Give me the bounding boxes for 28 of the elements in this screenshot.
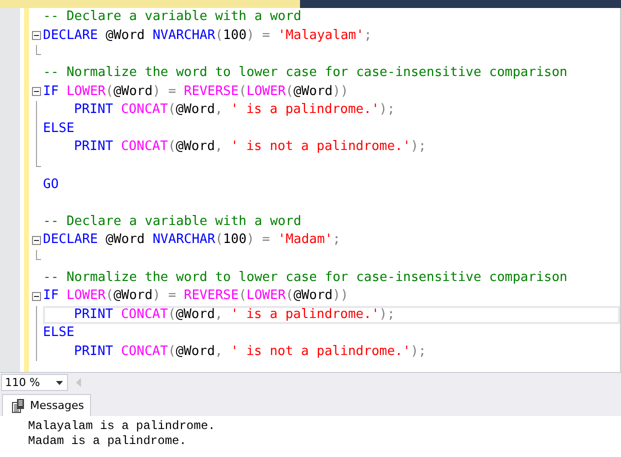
messages-tab[interactable]: Messages bbox=[2, 394, 91, 416]
code-line: PRINT CONCAT(@Word, ' is a palindrome.'); bbox=[74, 101, 395, 120]
code-line: -- Normalize the word to lower case for case-insensitive comparison bbox=[43, 64, 568, 82]
code-line: PRINT CONCAT(@Word, ' is not a palindrome.'); bbox=[74, 342, 426, 361]
code-line: -- Declare a variable with a word bbox=[43, 212, 302, 231]
code-line: IF LOWER(@Word) = REVERSE(LOWER(@Word)) bbox=[43, 287, 348, 306]
code-line: PRINT CONCAT(@Word, ' is a palindrome.'); bbox=[74, 306, 395, 324]
document-list-icon bbox=[11, 398, 25, 412]
zoom-dropdown[interactable]: 110 % bbox=[1, 374, 68, 391]
fold-line bbox=[36, 250, 40, 260]
code-line: ELSE bbox=[43, 324, 74, 342]
code-editor[interactable] bbox=[0, 8, 621, 372]
code-line: DECLARE @Word NVARCHAR(100) = 'Malayalam'; bbox=[43, 26, 372, 45]
fold-line bbox=[36, 45, 40, 56]
caret-icon bbox=[56, 380, 63, 384]
code-line: ELSE bbox=[43, 120, 74, 138]
code-line: GO bbox=[43, 176, 59, 194]
code-line: IF LOWER(@Word) = REVERSE(LOWER(@Word)) bbox=[43, 82, 348, 101]
collapse-icon[interactable] bbox=[32, 236, 40, 245]
message-text: Madam is a palindrome. bbox=[28, 434, 188, 449]
message-text: Malayalam is a palindrome. bbox=[28, 419, 216, 434]
code-line: -- Declare a variable with a word bbox=[43, 8, 302, 26]
collapse-icon[interactable] bbox=[32, 87, 40, 96]
code-line: DECLARE @Word NVARCHAR(100) = 'Madam'; bbox=[43, 231, 340, 250]
collapse-icon[interactable] bbox=[32, 31, 40, 40]
collapse-icon[interactable] bbox=[32, 292, 40, 301]
code-line: PRINT CONCAT(@Word, ' is not a palindrome.'); bbox=[74, 138, 426, 156]
code-line: -- Normalize the word to lower case for case-insensitive comparison bbox=[43, 268, 568, 287]
